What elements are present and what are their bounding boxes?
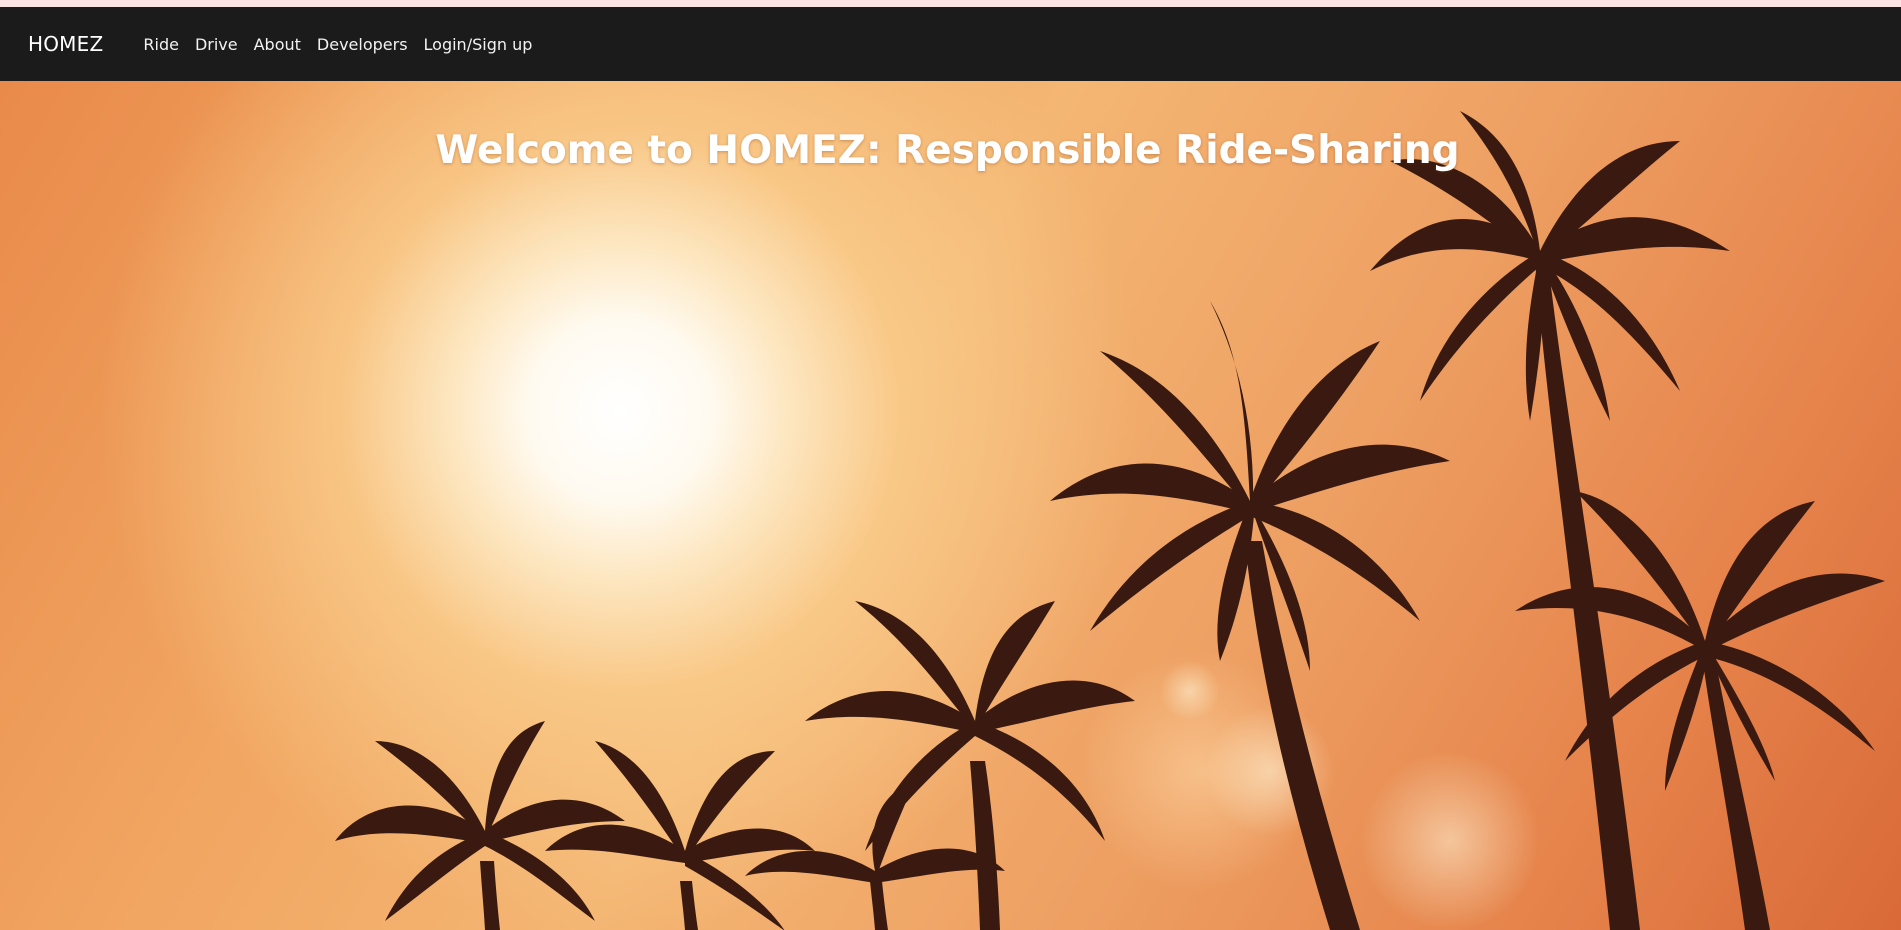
nav-link-login-signup[interactable]: Login/Sign up xyxy=(424,35,533,54)
hero-section: Welcome to HOMEZ: Responsible Ride-Shari… xyxy=(0,81,1901,930)
lens-flare xyxy=(1360,751,1540,930)
nav-link-drive[interactable]: Drive xyxy=(195,35,238,54)
brand-logo-link[interactable]: HOMEZ xyxy=(28,32,103,56)
nav-link-ride[interactable]: Ride xyxy=(143,35,179,54)
hero-title: Welcome to HOMEZ: Responsible Ride-Shari… xyxy=(0,128,1901,173)
nav-link-about[interactable]: About xyxy=(254,35,301,54)
top-strip xyxy=(0,0,1901,7)
nav-link-developers[interactable]: Developers xyxy=(317,35,408,54)
hero-title-text: Welcome to HOMEZ: Responsible Ride-Shari… xyxy=(435,128,1460,173)
palm-trees-background-image xyxy=(335,111,1885,930)
navbar: HOMEZ Ride Drive About Developers Login/… xyxy=(0,7,1901,81)
lens-flare xyxy=(1160,661,1220,721)
palm-silhouettes xyxy=(335,111,1885,930)
nav-links: Ride Drive About Developers Login/Sign u… xyxy=(143,35,532,54)
